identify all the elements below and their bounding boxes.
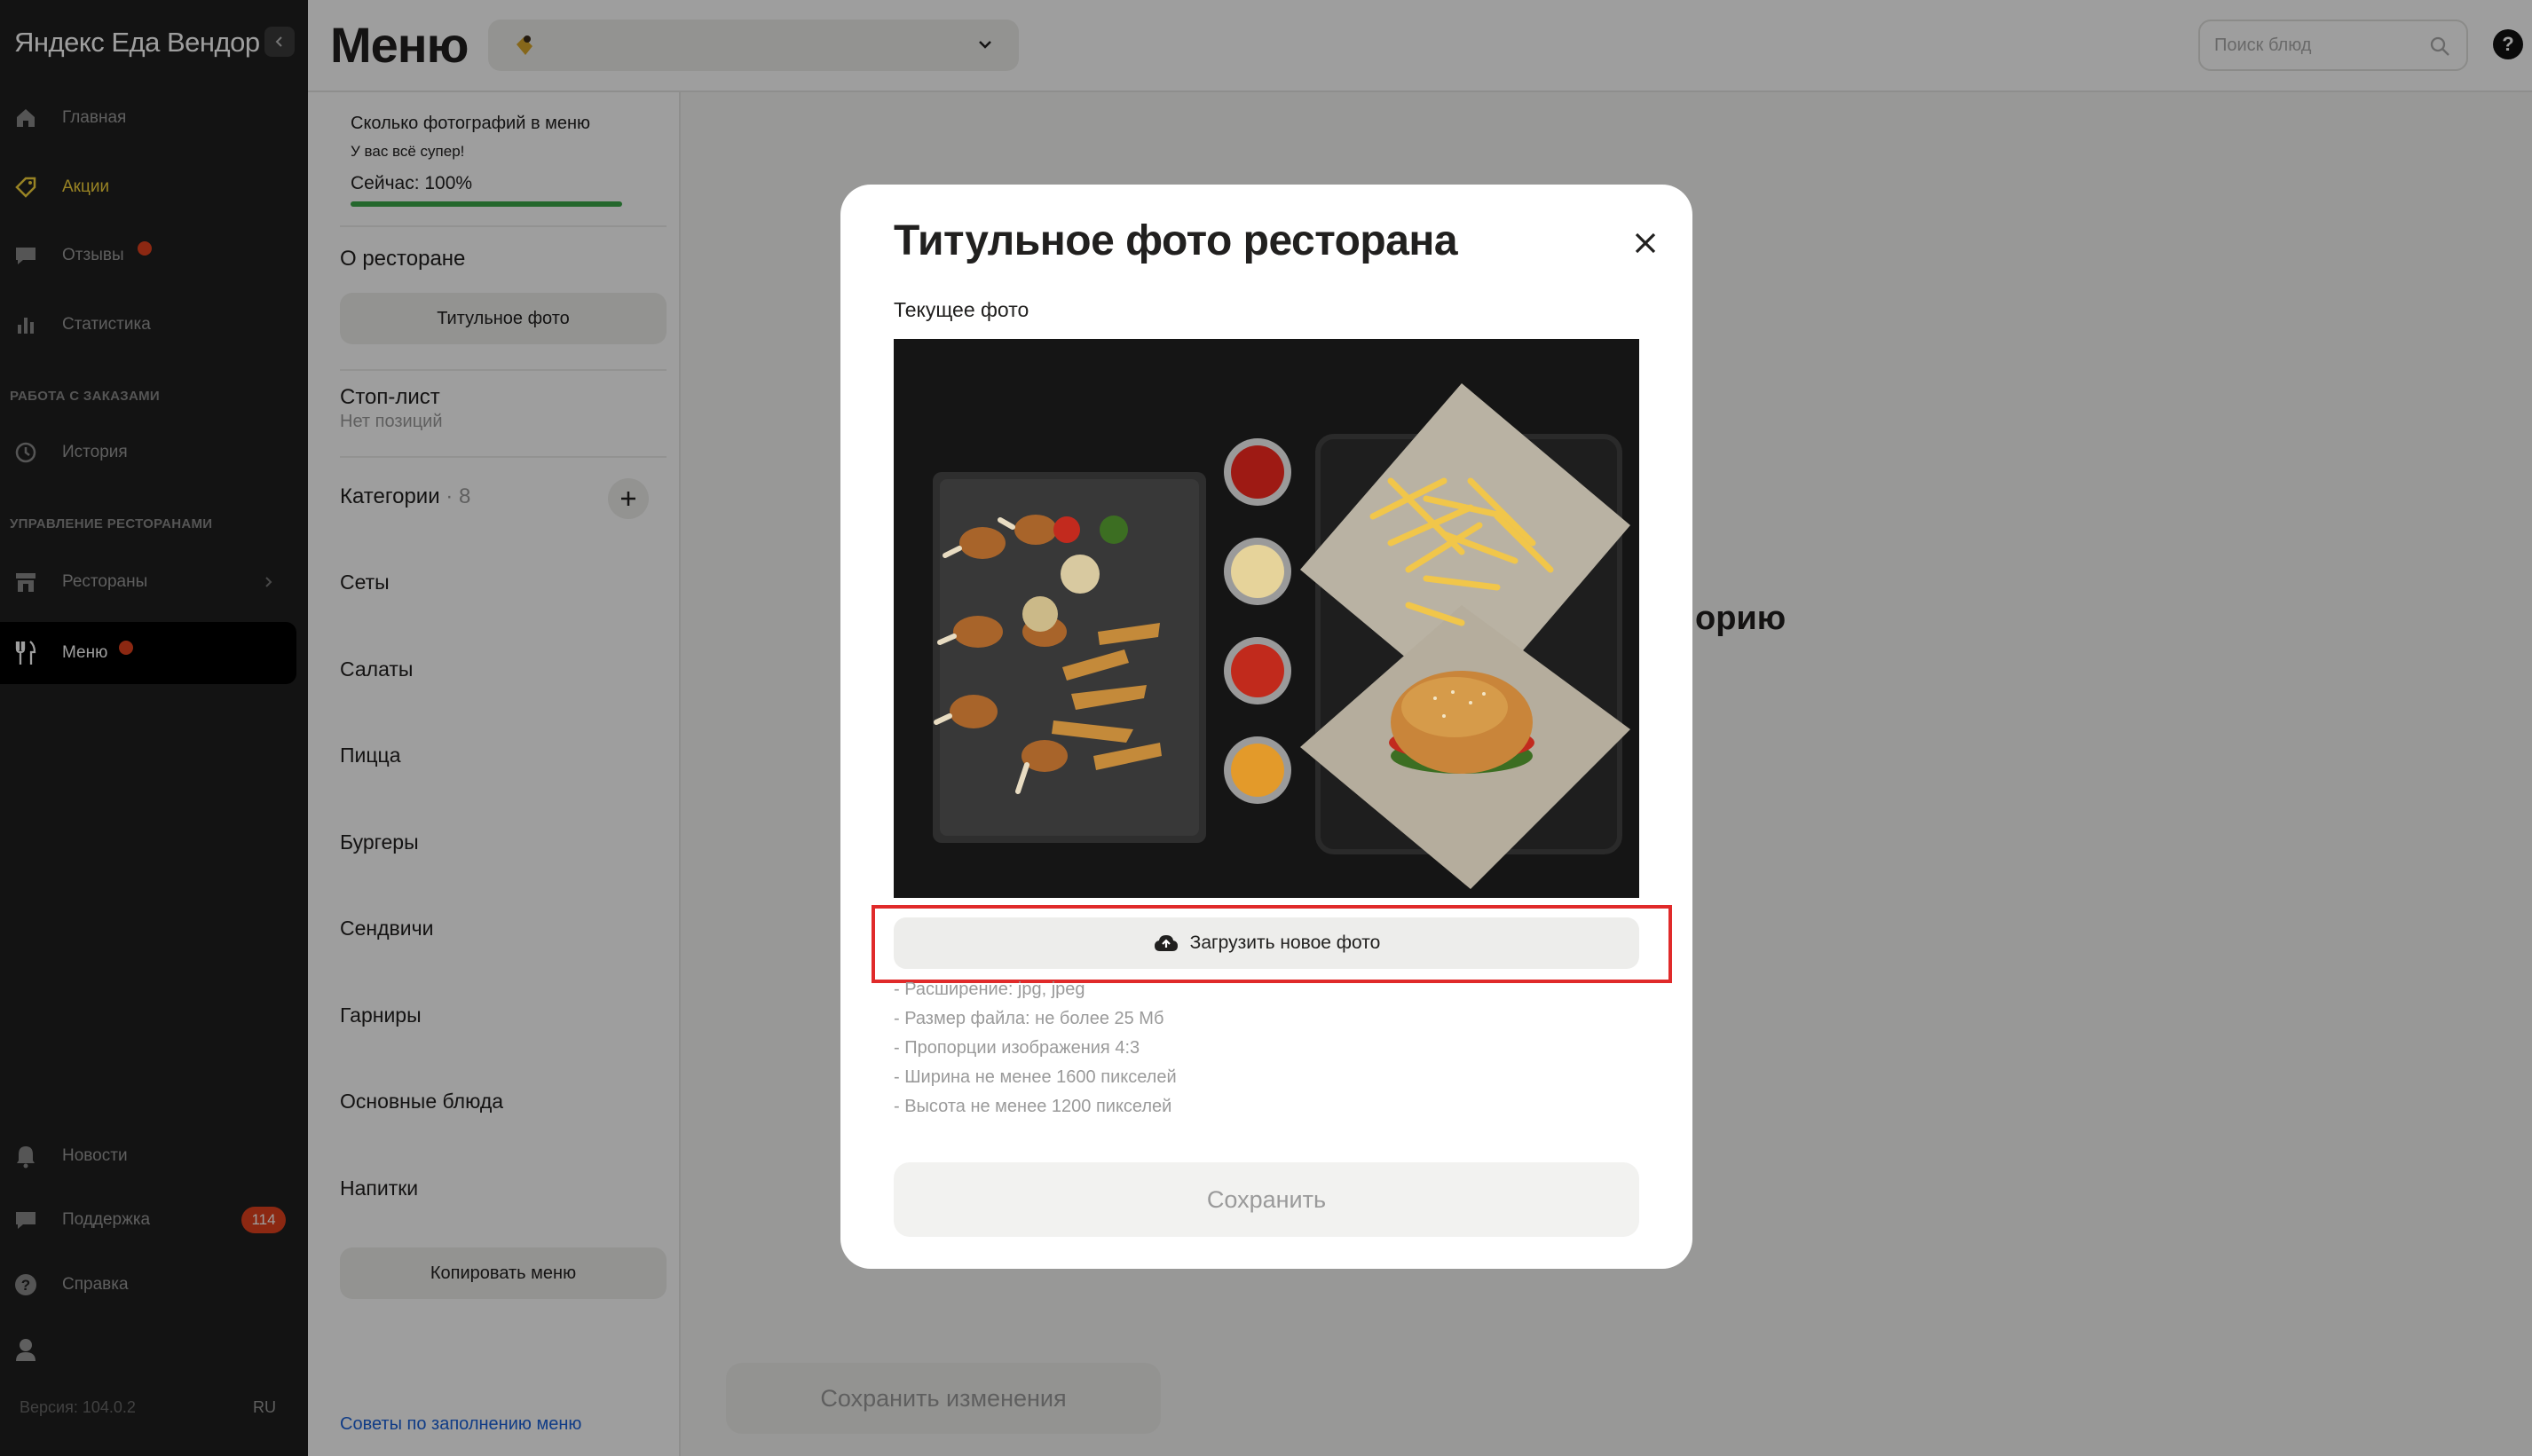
close-icon	[1635, 232, 1656, 254]
current-photo-label: Текущее фото	[894, 298, 1029, 321]
modal-title: Титульное фото ресторана	[894, 217, 1458, 264]
requirement-item: - Ширина не менее 1600 пикселей	[894, 1067, 1177, 1087]
requirement-item: - Расширение: jpg, jpeg	[894, 980, 1085, 999]
modal-save-button[interactable]: Сохранить	[894, 1162, 1639, 1237]
current-restaurant-photo	[894, 339, 1639, 898]
annotation-highlight-box	[872, 905, 1672, 983]
requirement-item: - Размер файла: не более 25 Мб	[894, 1009, 1164, 1028]
requirement-item: - Пропорции изображения 4:3	[894, 1038, 1140, 1058]
close-button[interactable]	[1628, 225, 1663, 261]
requirement-item: - Высота не менее 1200 пикселей	[894, 1097, 1172, 1116]
title-photo-modal: Титульное фото ресторана Текущее фото За…	[840, 185, 1692, 1269]
